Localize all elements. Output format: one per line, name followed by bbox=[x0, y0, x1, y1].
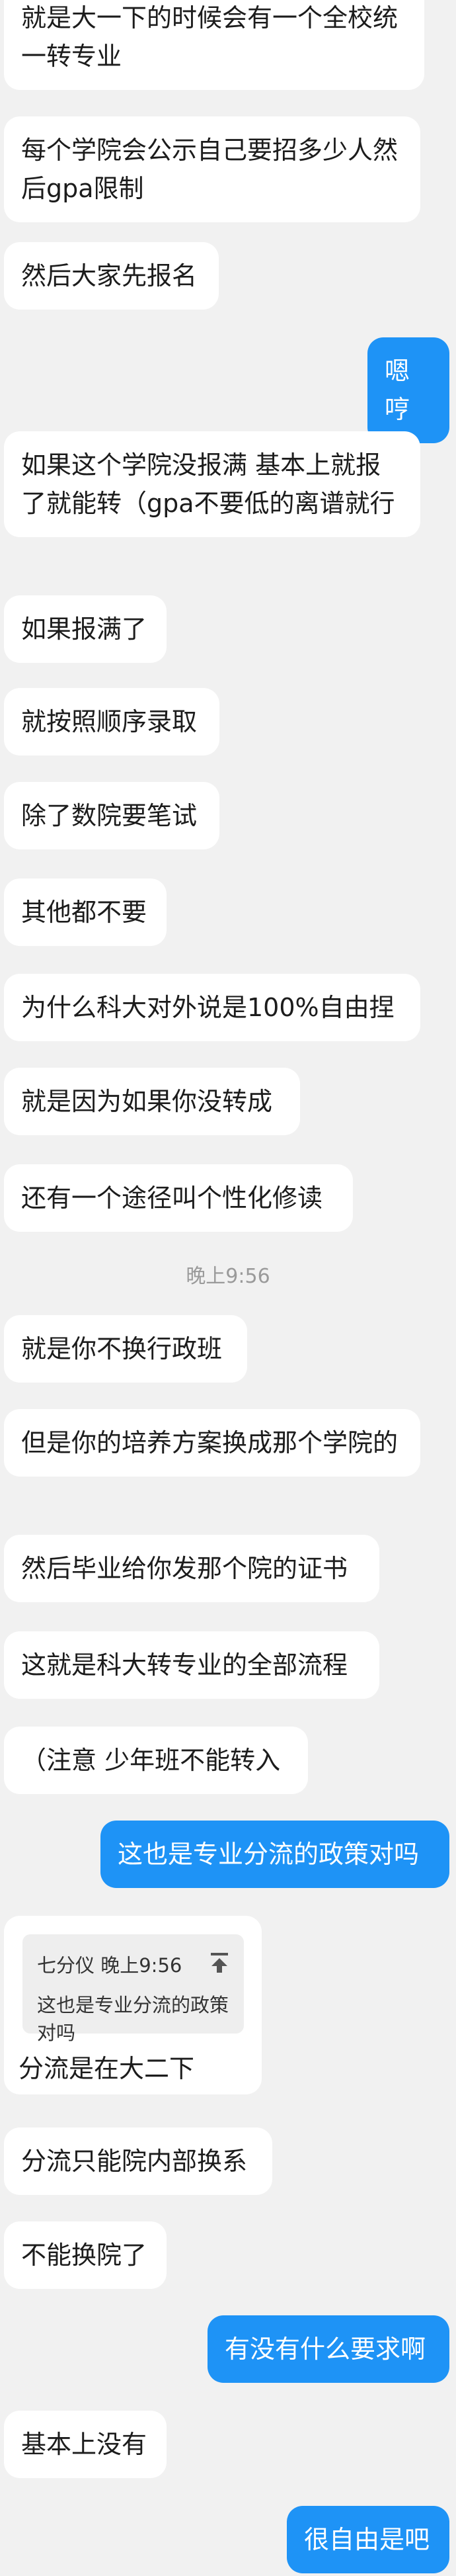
message-bubble-incoming[interactable]: 就是大一下的时候会有一个全校统一转专业 bbox=[4, 0, 424, 90]
message-bubble-incoming[interactable]: 就是因为如果你没转成 bbox=[4, 1068, 300, 1135]
message-bubble-incoming[interactable]: （注意 少年班不能转入 bbox=[4, 1727, 308, 1794]
message-bubble-incoming[interactable]: 分流只能院内部换系 bbox=[4, 2127, 272, 2195]
message-bubble-incoming[interactable]: 除了数院要笔试 bbox=[4, 782, 219, 849]
message-bubble-outgoing[interactable]: 嗯哼 bbox=[367, 337, 449, 443]
message-bubble-incoming[interactable]: 不能换院了 bbox=[4, 2221, 167, 2289]
quoted-reply-message[interactable]: 七分仪 晚上9:56 这也是专业分流的政策对吗 分流是在大二下 bbox=[4, 1916, 262, 2094]
message-bubble-incoming[interactable]: 这就是科大转专业的全部流程 bbox=[4, 1631, 379, 1699]
reply-text: 分流是在大二下 bbox=[19, 2054, 195, 2083]
message-bubble-incoming[interactable]: 就按照顺序录取 bbox=[4, 688, 219, 755]
quoted-message-preview[interactable]: 七分仪 晚上9:56 这也是专业分流的政策对吗 bbox=[22, 1934, 244, 2044]
message-bubble-outgoing[interactable]: 很自由是吧 bbox=[287, 2506, 449, 2573]
quoted-sender-time: 七分仪 晚上9:56 bbox=[37, 1954, 182, 1977]
message-bubble-incoming[interactable]: 如果报满了 bbox=[4, 595, 167, 663]
message-bubble-incoming[interactable]: 如果这个学院没报满 基本上就报了就能转（gpa不要低的离谱就行 bbox=[4, 431, 420, 537]
scroll-to-original-icon[interactable] bbox=[209, 1952, 229, 1974]
message-bubble-incoming[interactable]: 为什么科大对外说是100%自由捏 bbox=[4, 974, 420, 1041]
message-bubble-outgoing[interactable]: 这也是专业分流的政策对吗 bbox=[100, 1821, 449, 1888]
message-bubble-incoming[interactable]: 但是你的培养方案换成那个学院的 bbox=[4, 1409, 420, 1477]
message-bubble-incoming[interactable]: 基本上没有 bbox=[4, 2411, 167, 2478]
message-bubble-incoming[interactable]: 然后毕业给你发那个院的证书 bbox=[4, 1535, 379, 1602]
message-bubble-incoming[interactable]: 然后大家先报名 bbox=[4, 242, 219, 310]
chat-timestamp: 晚上9:56 bbox=[186, 1265, 270, 1288]
message-bubble-outgoing[interactable]: 有没有什么要求啊 bbox=[208, 2315, 449, 2383]
message-bubble-incoming[interactable]: 就是你不换行政班 bbox=[4, 1315, 247, 1383]
message-bubble-incoming[interactable]: 每个学院会公示自己要招多少人然后gpa限制 bbox=[4, 116, 420, 222]
message-bubble-incoming[interactable]: 其他都不要 bbox=[4, 879, 167, 946]
message-bubble-incoming[interactable]: 还有一个途径叫个性化修读 bbox=[4, 1164, 353, 1232]
quoted-text: 这也是专业分流的政策对吗 bbox=[37, 1994, 229, 2044]
